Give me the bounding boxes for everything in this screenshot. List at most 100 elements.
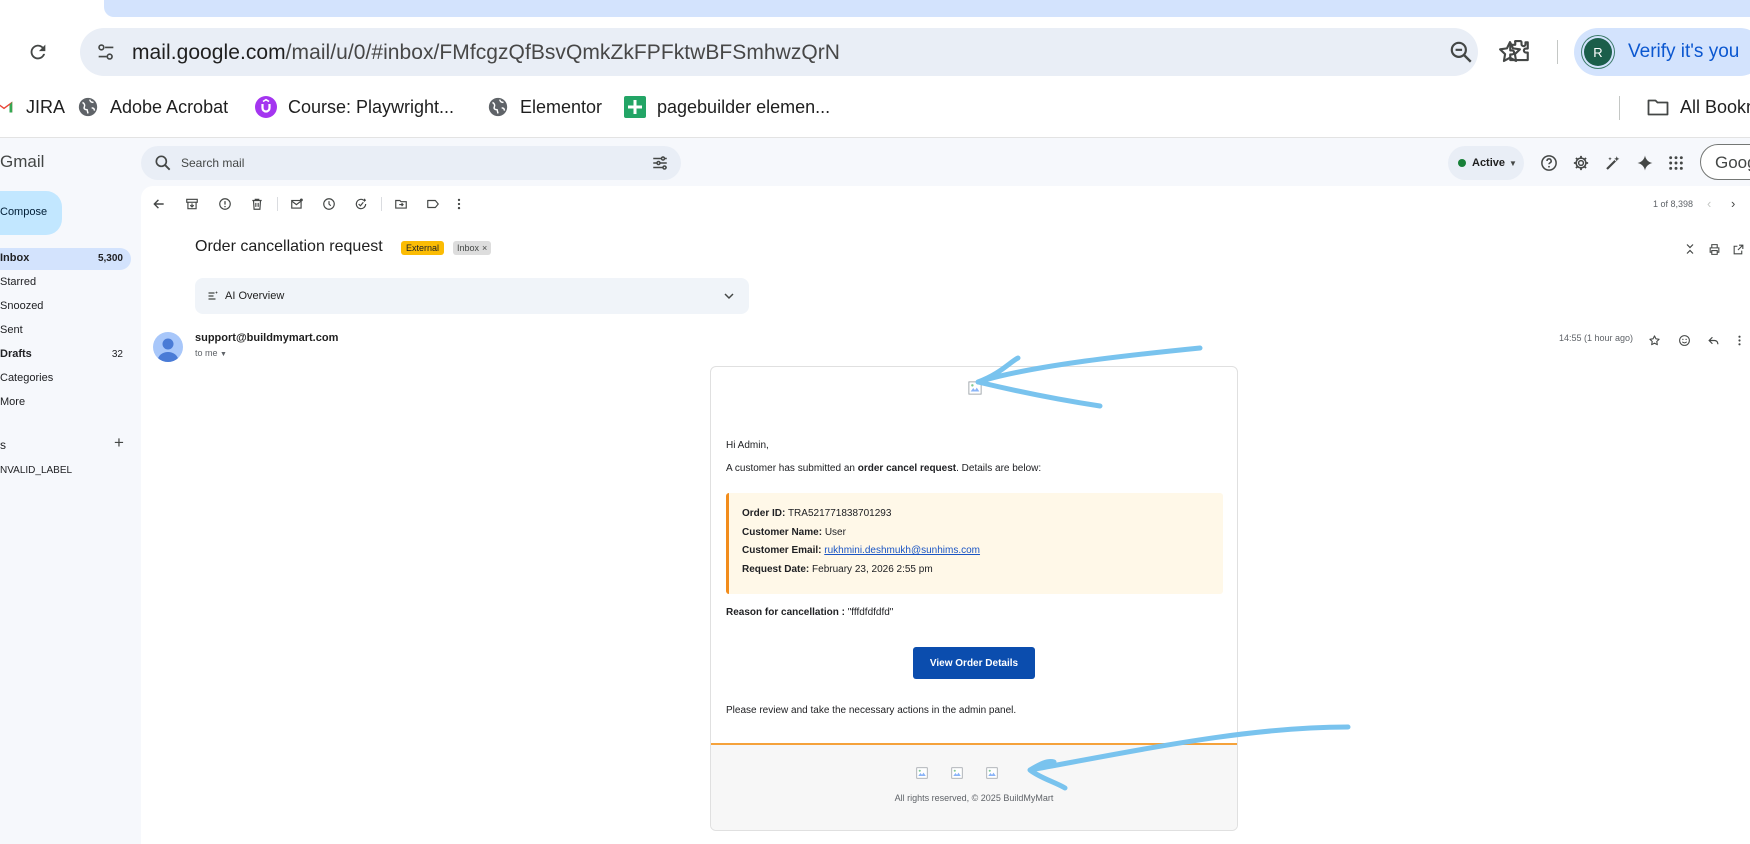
print-icon[interactable] xyxy=(1707,242,1721,256)
status-dot xyxy=(1458,159,1466,167)
search-options-icon[interactable] xyxy=(651,154,669,172)
site-info-icon[interactable] xyxy=(92,38,120,66)
sidebar-item-sent[interactable]: Sent xyxy=(0,320,131,342)
collapse-all-icon[interactable] xyxy=(1683,242,1697,256)
sender-avatar[interactable] xyxy=(153,332,183,362)
all-bookmarks-button[interactable]: All Bookm xyxy=(1646,88,1750,126)
reason-label: Reason for cancellation : xyxy=(726,607,845,618)
sidebar-item-starred[interactable]: Starred xyxy=(0,272,131,294)
profile-verify-button[interactable]: R Verify it's you xyxy=(1574,28,1750,76)
compose-button[interactable]: Compose xyxy=(0,191,62,235)
magic-tools-icon[interactable] xyxy=(1602,152,1624,174)
intro-bold-text: order cancel request xyxy=(857,463,957,474)
emoji-reaction-icon[interactable] xyxy=(1676,332,1692,348)
back-arrow-icon[interactable] xyxy=(151,196,167,212)
gmail-m-icon xyxy=(0,95,16,119)
email-subject: Order cancellation request xyxy=(195,238,383,255)
chevron-down-icon[interactable] xyxy=(721,288,737,304)
bookmark-elementor[interactable]: Elementor xyxy=(486,88,602,126)
settings-gear-icon[interactable] xyxy=(1570,152,1592,174)
url-host: mail.google.com xyxy=(132,41,286,64)
url-path: /mail/u/0/#inbox/FMfcgzQfBsvQmkZkFPFktwB… xyxy=(285,41,841,64)
extensions-icon[interactable] xyxy=(1504,36,1534,66)
open-new-window-icon[interactable] xyxy=(1731,242,1745,256)
bookmark-jira[interactable]: JIRA xyxy=(0,88,65,126)
sidebar-item-categories[interactable]: Categories xyxy=(0,368,131,390)
sidebar-item-snoozed[interactable]: Snoozed xyxy=(0,296,131,318)
customer-email-link[interactable]: rukhmini.deshmukh@sunhims.com xyxy=(824,545,980,556)
reload-button[interactable] xyxy=(22,36,54,68)
google-account-button[interactable]: Goog xyxy=(1700,144,1750,180)
zoom-out-icon[interactable] xyxy=(1448,39,1474,65)
add-label-icon[interactable]: + xyxy=(111,434,127,451)
gmail-logo[interactable]: Gmail xyxy=(0,152,44,172)
order-id-label: Order ID: xyxy=(742,508,786,519)
email-footer: All rights reserved, © 2025 BuildMyMart xyxy=(711,743,1237,830)
star-icon[interactable] xyxy=(1646,332,1662,348)
snooze-clock-icon[interactable] xyxy=(321,196,337,212)
reading-pane: 1 of 8,398 ‹ › Order cancellation reques… xyxy=(141,186,1750,844)
apps-grid-icon[interactable] xyxy=(1665,152,1687,174)
view-order-details-button[interactable]: View Order Details xyxy=(913,647,1035,679)
broken-image-icon[interactable] xyxy=(951,767,963,779)
sender-email[interactable]: support@buildmymart.com xyxy=(195,332,338,344)
help-icon[interactable] xyxy=(1538,152,1560,174)
reload-icon xyxy=(30,44,46,60)
mark-unread-icon[interactable] xyxy=(289,196,305,212)
email-greeting: Hi Admin, xyxy=(726,440,769,451)
folder-icon xyxy=(1646,95,1670,119)
message-more-icon[interactable] xyxy=(1731,332,1747,348)
profile-avatar: R xyxy=(1584,38,1612,66)
message-timestamp: 14:55 (1 hour ago) xyxy=(1559,333,1634,343)
chevron-down-icon: ▼ xyxy=(1509,158,1517,168)
report-spam-icon[interactable] xyxy=(217,196,233,212)
remove-label-icon[interactable]: × xyxy=(482,243,487,253)
broken-image-icon[interactable] xyxy=(986,767,998,779)
reason-value: "fffdfdfdfd" xyxy=(847,607,894,618)
sidebar-item-inbox[interactable]: Inbox 5,300 xyxy=(0,248,131,270)
bookmark-label: JIRA xyxy=(26,96,66,117)
customer-name-row: Customer Name: User xyxy=(742,527,846,538)
all-bookmarks-label: All Bookm xyxy=(1680,96,1750,117)
google-account-label: Goog xyxy=(1715,153,1750,172)
recipient-details[interactable]: to me ▼ xyxy=(195,348,227,358)
email-intro: A customer has submitted an order cancel… xyxy=(726,463,1041,474)
customer-email-row: Customer Email: rukhmini.deshmukh@sunhim… xyxy=(742,545,980,556)
archive-icon[interactable] xyxy=(184,196,200,212)
sidebar-label-item[interactable]: NVALID_LABEL xyxy=(0,465,72,476)
gemini-sparkle-icon[interactable] xyxy=(1634,152,1656,174)
broken-image-icon[interactable] xyxy=(916,767,928,779)
status-active-button[interactable]: Active ▼ xyxy=(1448,146,1524,180)
add-task-icon[interactable] xyxy=(353,196,369,212)
toolbar-divider xyxy=(1557,40,1558,64)
bookmark-label: Elementor xyxy=(520,96,603,117)
order-id-value: TRA521771838701293 xyxy=(787,508,892,519)
reply-icon[interactable] xyxy=(1705,332,1721,348)
sidebar-item-label: Starred xyxy=(0,276,37,288)
search-icon[interactable] xyxy=(153,153,173,173)
bookmark-pagebuilder[interactable]: pagebuilder elemen... xyxy=(623,88,830,126)
sheets-icon xyxy=(623,95,647,119)
copyright-text: All rights reserved, © 2025 BuildMyMart xyxy=(894,793,1054,803)
move-to-icon[interactable] xyxy=(393,196,409,212)
url-text[interactable]: mail.google.com/mail/u/0/#inbox/FMfcgzQf… xyxy=(132,41,840,65)
order-details-box: Order ID: TRA521771838701293 Customer Na… xyxy=(726,493,1223,594)
sidebar-item-label: Drafts xyxy=(0,348,32,360)
delete-trash-icon[interactable] xyxy=(249,196,265,212)
ai-overview-panel[interactable]: AI Overview xyxy=(195,278,749,314)
sidebar-item-more[interactable]: More xyxy=(0,392,131,414)
bookmark-adobe-acrobat[interactable]: Adobe Acrobat xyxy=(76,88,228,126)
label-tag-icon[interactable] xyxy=(425,196,441,212)
gmail-app: Gmail Search mail Active ▼ Goog Compose … xyxy=(0,138,1750,844)
search-mail-input[interactable]: Search mail xyxy=(141,146,681,180)
bookmark-course-playwright[interactable]: Course: Playwright... xyxy=(254,88,454,126)
sidebar-item-label: Sent xyxy=(0,324,23,336)
recipient-label: to me xyxy=(195,348,218,358)
more-vertical-icon[interactable] xyxy=(451,196,467,212)
bookmarks-divider xyxy=(1619,96,1620,120)
older-chevron-icon[interactable]: › xyxy=(1731,196,1735,211)
newer-chevron-icon[interactable]: ‹ xyxy=(1707,196,1711,211)
sidebar-item-drafts[interactable]: Drafts 32 xyxy=(0,344,131,366)
address-bar[interactable]: mail.google.com/mail/u/0/#inbox/FMfcgzQf… xyxy=(80,28,1521,76)
ai-overview-icon xyxy=(208,291,218,300)
